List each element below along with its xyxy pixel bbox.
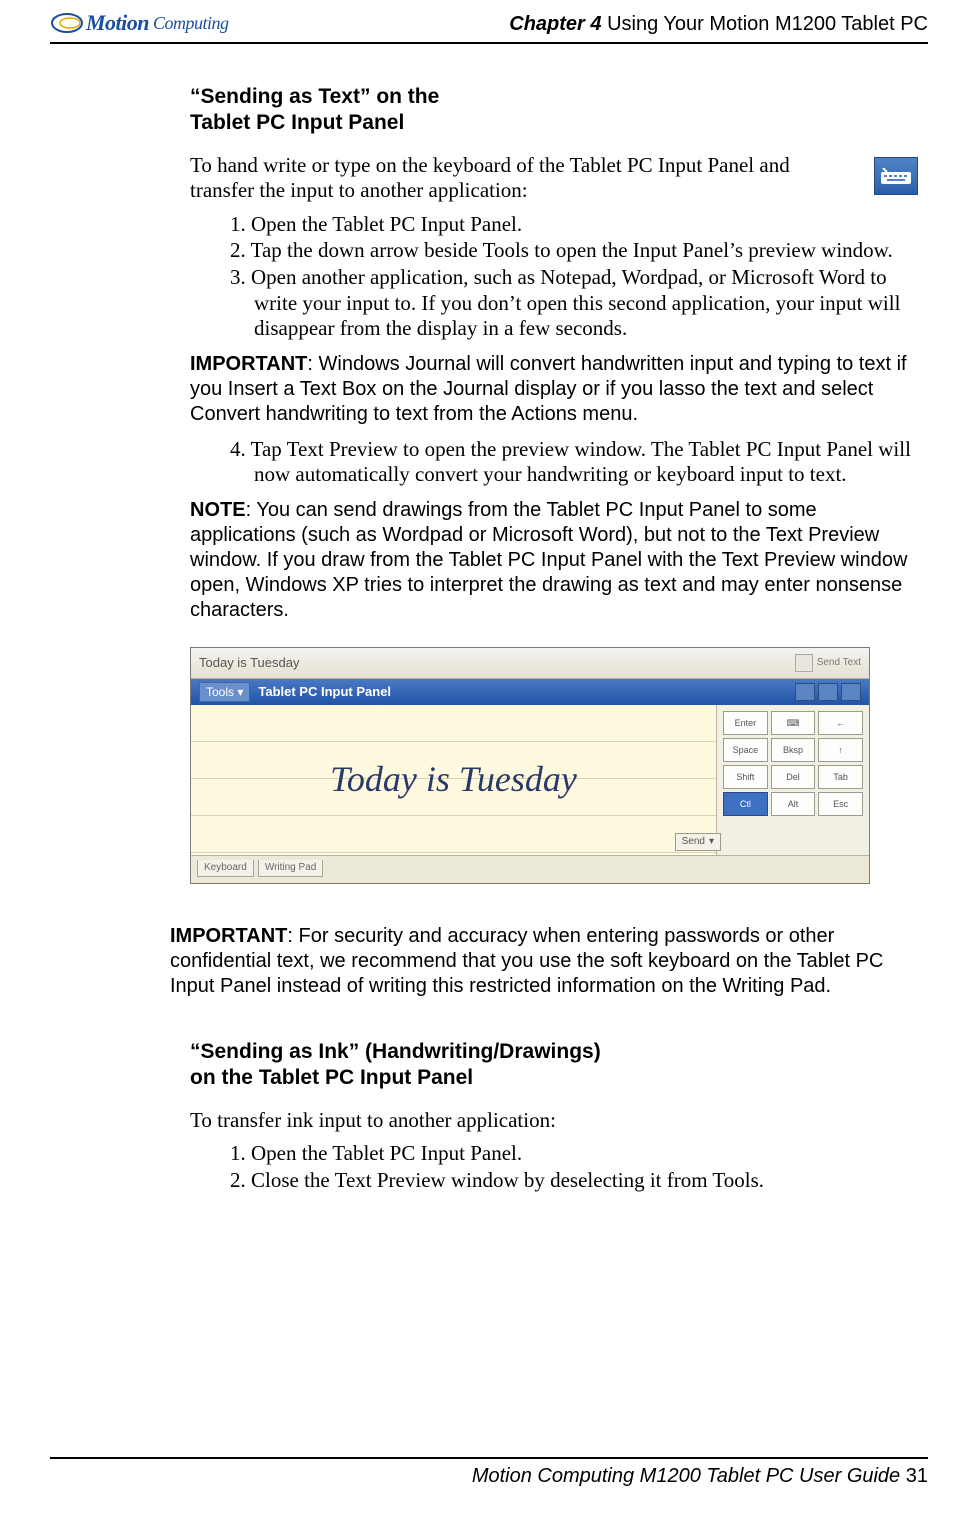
section2-step-1: 1. Open the Tablet PC Input Panel. [214, 1141, 918, 1167]
page-header: Motion Computing Chapter 4 Using Your Mo… [50, 10, 928, 38]
key-kb-icon[interactable]: ⌨ [771, 711, 816, 735]
section1-title: “Sending as Text” on the Tablet PC Input… [190, 84, 918, 137]
key-esc[interactable]: Esc [818, 792, 863, 816]
tab-keyboard[interactable]: Keyboard [197, 860, 254, 877]
tabs-row: Keyboard Writing Pad [191, 855, 869, 883]
section1-step-4: 4. Tap Text Preview to open the preview … [214, 437, 918, 488]
key-shift[interactable]: Shift [723, 765, 768, 789]
send-button[interactable]: Send ▾ [675, 833, 721, 851]
important-callout-2: IMPORTANT: For security and accuracy whe… [170, 924, 918, 999]
note-callout: NOTE: You can send drawings from the Tab… [190, 498, 918, 623]
keyboard-icon [874, 157, 918, 195]
chevron-down-icon: ▾ [709, 836, 714, 848]
step-2: 2. Tap the down arrow beside Tools to op… [214, 238, 918, 264]
section2-intro: To transfer ink input to another applica… [190, 1108, 918, 1134]
chapter-heading: Chapter 4 Using Your Motion M1200 Tablet… [509, 13, 928, 36]
panel-title-bar: Tools ▾ Tablet PC Input Panel [191, 679, 869, 705]
key-alt[interactable]: Alt [771, 792, 816, 816]
preview-text: Today is Tuesday [199, 655, 299, 671]
writing-area[interactable]: Today is Tuesday Enter ⌨ ← → Space Bksp … [191, 705, 869, 855]
step-3: 3. Open another application, such as Not… [214, 265, 918, 342]
panel-title: Tablet PC Input Panel [258, 684, 391, 700]
chapter-title: Using Your Motion M1200 Tablet PC [607, 13, 928, 35]
key-space[interactable]: Space [723, 738, 768, 762]
key-enter[interactable]: Enter [723, 711, 768, 735]
key-del[interactable]: Del [771, 765, 816, 789]
tools-dropdown[interactable]: Tools ▾ [199, 682, 250, 703]
page-footer: Motion Computing M1200 Tablet PC User Gu… [50, 1457, 928, 1488]
step-4: 4. Tap Text Preview to open the preview … [214, 437, 918, 488]
logo-swirl-icon [50, 12, 84, 34]
key-left[interactable]: ← [818, 711, 863, 735]
header-rule [50, 42, 928, 44]
section2-steps: 1. Open the Tablet PC Input Panel. 2. Cl… [214, 1141, 918, 1193]
tab-writing-pad[interactable]: Writing Pad [258, 860, 324, 877]
key-ctl[interactable]: Ctl [723, 792, 768, 816]
preview-bar: Today is Tuesday Send Text [191, 648, 869, 679]
handwriting-sample: Today is Tuesday [191, 705, 716, 855]
section1-steps-a: 1. Open the Tablet PC Input Panel. 2. Ta… [214, 212, 918, 342]
send-text-button[interactable]: Send Text [817, 657, 861, 669]
key-tab[interactable]: Tab [818, 765, 863, 789]
key-grid: Enter ⌨ ← → Space Bksp ↑ Shift Del Tab C… [716, 705, 869, 855]
preview-mini-button[interactable] [795, 654, 813, 672]
titlebar-button-3[interactable] [841, 683, 861, 701]
key-up[interactable]: ↑ [818, 738, 863, 762]
footer-text: Motion Computing M1200 Tablet PC User Gu… [472, 1465, 900, 1487]
titlebar-button-1[interactable] [795, 683, 815, 701]
page-number: 31 [906, 1465, 928, 1487]
section2-title: “Sending as Ink” (Handwriting/Drawings) … [190, 1039, 918, 1092]
logo-main-text: Motion [86, 10, 149, 36]
brand-logo: Motion Computing [50, 10, 229, 36]
section2-step-2: 2. Close the Text Preview window by dese… [214, 1168, 918, 1194]
section1-intro: To hand write or type on the keyboard of… [190, 153, 854, 204]
input-panel-screenshot: Today is Tuesday Send Text Tools ▾ Table… [190, 647, 870, 884]
logo-sub-text: Computing [153, 13, 229, 34]
key-bksp[interactable]: Bksp [771, 738, 816, 762]
important-callout-1: IMPORTANT: Windows Journal will convert … [190, 352, 918, 427]
titlebar-button-2[interactable] [818, 683, 838, 701]
chapter-number: Chapter 4 [509, 13, 601, 35]
step-1: 1. Open the Tablet PC Input Panel. [214, 212, 918, 238]
